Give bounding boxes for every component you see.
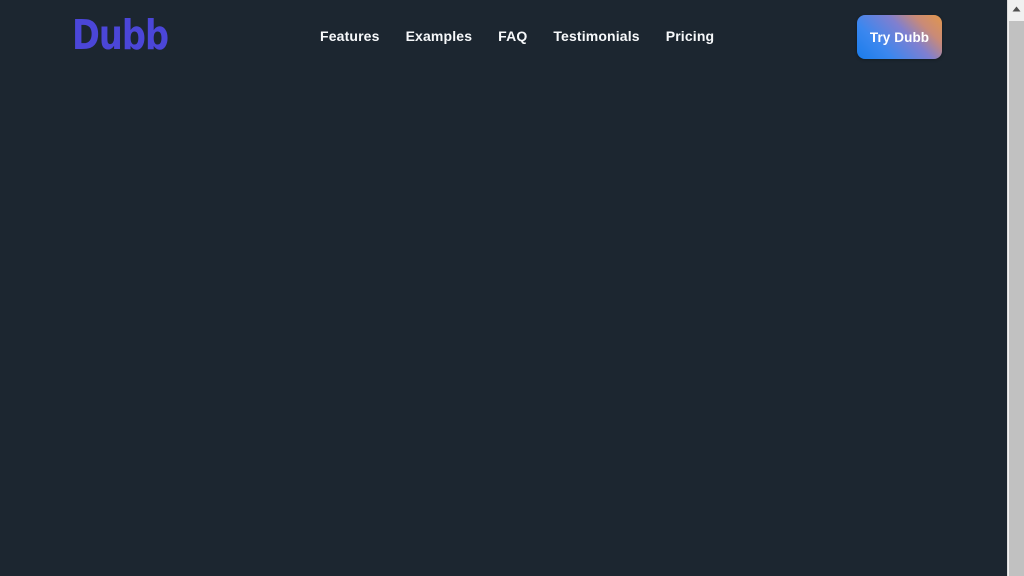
nav-link-faq[interactable]: FAQ: [498, 28, 527, 44]
triangle-up-icon: [1012, 6, 1020, 11]
main-navigation: Features Examples FAQ Testimonials Prici…: [320, 28, 714, 44]
logo-dubb[interactable]: Dubb: [72, 15, 169, 56]
nav-link-pricing[interactable]: Pricing: [666, 28, 715, 44]
site-header: Dubb Features Examples FAQ Testimonials …: [0, 0, 1007, 74]
page-content-area: [0, 74, 1007, 576]
page-root: Dubb Features Examples FAQ Testimonials …: [0, 0, 1007, 576]
browser-viewport: Dubb Features Examples FAQ Testimonials …: [0, 0, 1024, 576]
nav-link-examples[interactable]: Examples: [406, 28, 473, 44]
nav-link-features[interactable]: Features: [320, 28, 380, 44]
nav-link-testimonials[interactable]: Testimonials: [553, 28, 639, 44]
scrollbar-up-arrow-button[interactable]: [1008, 0, 1024, 17]
try-dubb-button[interactable]: Try Dubb: [857, 15, 942, 59]
scrollbar-thumb[interactable]: [1009, 21, 1024, 576]
vertical-scrollbar[interactable]: [1007, 0, 1024, 576]
